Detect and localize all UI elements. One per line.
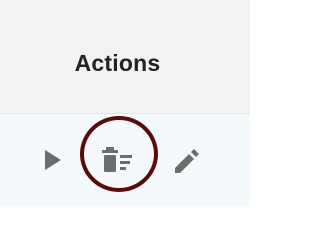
- pencil-icon: [175, 149, 199, 173]
- play-button[interactable]: [44, 149, 62, 171]
- table-header-cell: Actions: [0, 0, 250, 114]
- delete-list-icon: [102, 147, 132, 172]
- actions-column: Actions: [0, 0, 250, 206]
- delete-list-button[interactable]: [100, 145, 136, 175]
- play-icon: [45, 150, 61, 170]
- edit-button[interactable]: [172, 146, 202, 176]
- actions-header-label: Actions: [74, 50, 161, 76]
